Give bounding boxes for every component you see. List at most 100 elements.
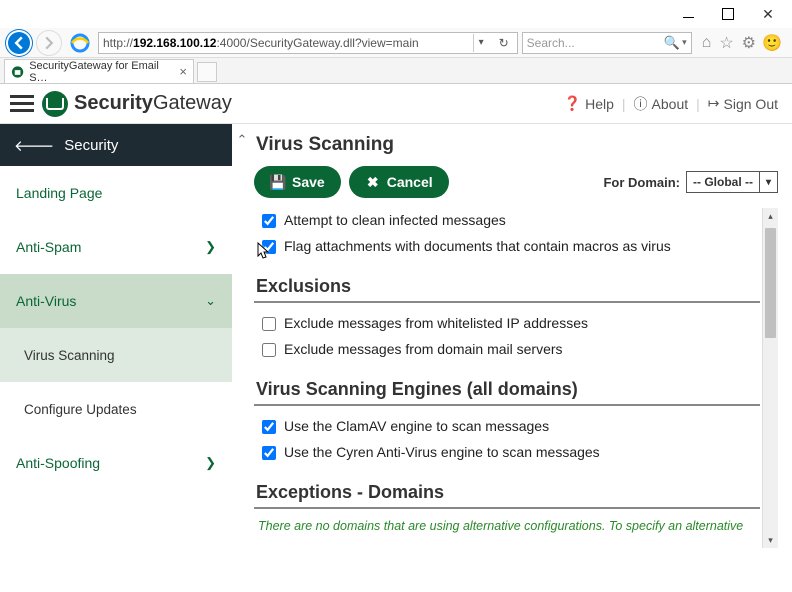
signout-link[interactable]: ↦Sign Out [708,95,778,112]
option-label: Use the Cyren Anti-Virus engine to scan … [284,444,600,460]
sidebar-item-label: Anti-Spam [16,239,81,255]
cancel-x-icon: ✖ [365,174,381,190]
checkbox-clean-infected[interactable] [262,214,276,228]
tab-title: SecurityGateway for Email S… [29,60,171,84]
checkbox-exclude-domain[interactable] [262,343,276,357]
url-host: 192.168.100.12 [133,36,216,50]
checkbox-clamav[interactable] [262,420,276,434]
nav-forward-button[interactable] [36,30,62,56]
app-body: 🡐 Security Landing Page Anti-Spam ❯ Anti… [0,124,792,592]
favorites-icon[interactable]: ☆ [719,33,733,53]
sidebar-item-label: Anti-Virus [16,293,76,309]
domain-label: For Domain: [603,175,680,190]
scroll-thumb[interactable] [765,228,776,338]
sidebar-item-virus-scanning[interactable]: Virus Scanning [0,328,232,382]
option-flag-macros[interactable]: Flag attachments with documents that con… [254,234,760,260]
help-icon: ❓ [564,95,581,112]
ie-icon [68,31,92,55]
option-clamav[interactable]: Use the ClamAV engine to scan messages [254,414,760,440]
toolbar: 💾 Save ✖ Cancel For Domain: -- Global --… [254,166,778,198]
settings-scroll-panel: Attempt to clean infected messages Flag … [254,208,778,548]
url-scheme: http:// [103,36,133,50]
browser-toolbar-icons: ⌂ ☆ ⚙ 🙂 [696,33,786,53]
new-tab-button[interactable] [197,62,217,82]
checkbox-flag-macros[interactable] [262,240,276,254]
sidebar-item-label: Configure Updates [24,402,137,417]
shield-logo-icon [42,91,68,117]
option-exclude-domain[interactable]: Exclude messages from domain mail server… [254,337,760,363]
search-icon[interactable]: 🔍 [664,35,680,51]
collapse-sidebar-icon[interactable]: ⌃ [237,132,248,148]
window-maximize-button[interactable] [708,2,748,26]
search-dropdown-icon[interactable]: ▾ [682,37,687,48]
home-icon[interactable]: ⌂ [702,34,712,52]
sidebar-item-label: Landing Page [16,185,102,201]
search-placeholder: Search... [527,36,575,50]
refresh-icon[interactable]: ↻ [495,36,513,50]
save-disk-icon: 💾 [270,174,286,190]
sidebar-section-title: Security [64,137,118,154]
browser-tab[interactable]: SecurityGateway for Email S… × [4,59,194,83]
option-clean-infected[interactable]: Attempt to clean infected messages [254,208,760,234]
tab-close-icon[interactable]: × [179,64,187,79]
sidebar-item-label: Virus Scanning [24,348,115,363]
address-bar[interactable]: http://192.168.100.12:4000/SecurityGatew… [98,32,518,54]
back-arrow-icon: 🡐 [14,136,54,155]
sidebar-item-configure-updates[interactable]: Configure Updates [0,382,232,436]
option-cyren[interactable]: Use the Cyren Anti-Virus engine to scan … [254,440,760,466]
option-label: Use the ClamAV engine to scan messages [284,418,549,434]
about-link[interactable]: ⓘAbout [634,94,689,114]
option-label: Exclude messages from whitelisted IP add… [284,315,588,331]
section-exceptions: Exceptions - Domains [254,478,760,509]
sidebar-back-header[interactable]: 🡐 Security [0,124,232,166]
domain-select-value: -- Global -- [687,175,759,189]
window-minimize-button[interactable] [668,2,708,26]
tab-favicon-icon [11,65,24,79]
option-label: Attempt to clean infected messages [284,212,506,228]
sidebar-item-landing-page[interactable]: Landing Page [0,166,232,220]
brand-text: SecurityGateway [74,92,232,115]
signout-icon: ↦ [708,95,720,112]
window-close-button[interactable] [748,2,788,26]
section-engines: Virus Scanning Engines (all domains) [254,375,760,406]
checkbox-exclude-ip[interactable] [262,317,276,331]
sidebar-item-anti-spoofing[interactable]: Anti-Spoofing ❯ [0,436,232,490]
section-exclusions: Exclusions [254,272,760,303]
option-label: Flag attachments with documents that con… [284,238,671,254]
url-dropdown-icon[interactable]: ▾ [473,34,489,52]
app-logo: SecurityGateway [42,91,232,117]
page-title: Virus Scanning [256,134,778,156]
exceptions-note: There are no domains that are using alte… [254,517,760,535]
vertical-scrollbar[interactable]: ▴ ▾ [762,208,778,548]
window-titlebar [0,0,792,28]
option-exclude-ip[interactable]: Exclude messages from whitelisted IP add… [254,311,760,337]
smiley-icon[interactable]: 🙂 [764,35,780,51]
cancel-button[interactable]: ✖ Cancel [349,166,449,198]
scroll-down-arrow-icon[interactable]: ▾ [763,532,778,548]
sidebar-collapse-column: ⌃ [232,124,252,592]
chevron-down-icon: ⌄ [205,293,216,309]
scroll-track[interactable] [763,224,778,532]
nav-back-button[interactable] [6,30,32,56]
chevron-right-icon: ❯ [205,455,216,471]
option-label: Exclude messages from domain mail server… [284,341,563,357]
scroll-up-arrow-icon[interactable]: ▴ [763,208,778,224]
header-links: ❓Help | ⓘAbout | ↦Sign Out [564,94,778,114]
sidebar-item-label: Anti-Spoofing [16,455,100,471]
browser-search-box[interactable]: Search... 🔍▾ [522,32,692,54]
domain-select[interactable]: -- Global -- ▾ [686,171,778,193]
gear-icon[interactable]: ⚙ [742,33,756,53]
help-link[interactable]: ❓Help [564,95,614,112]
sidebar-item-anti-spam[interactable]: Anti-Spam ❯ [0,220,232,274]
save-button[interactable]: 💾 Save [254,166,341,198]
checkbox-cyren[interactable] [262,446,276,460]
menu-hamburger-icon[interactable] [10,95,34,112]
sidebar-item-anti-virus[interactable]: Anti-Virus ⌄ [0,274,232,328]
chevron-right-icon: ❯ [205,239,216,255]
sidebar: 🡐 Security Landing Page Anti-Spam ❯ Anti… [0,124,232,592]
domain-selector: For Domain: -- Global -- ▾ [603,171,778,193]
app-header: SecurityGateway ❓Help | ⓘAbout | ↦Sign O… [0,84,792,124]
dropdown-arrow-icon: ▾ [759,172,777,192]
browser-nav-bar: http://192.168.100.12:4000/SecurityGatew… [0,28,792,58]
browser-tab-strip: SecurityGateway for Email S… × [0,58,792,84]
